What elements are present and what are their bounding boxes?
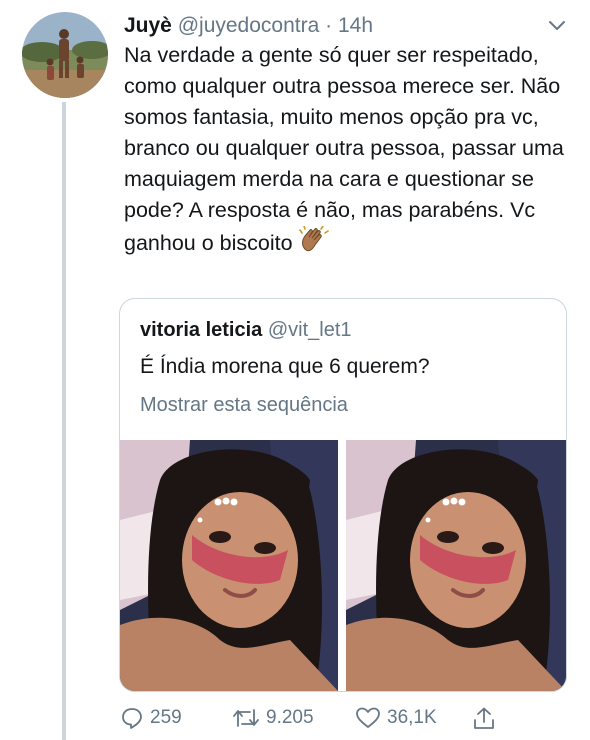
like-button[interactable]: 36,1K: [355, 706, 437, 730]
tweet-actions: 259 9.205 36,1K: [120, 706, 540, 736]
selfie-photo-icon: [120, 440, 338, 691]
quoted-photo-2[interactable]: [346, 440, 566, 691]
retweet-icon: [233, 709, 259, 727]
quoted-author-handle[interactable]: @vit_let1: [268, 319, 352, 341]
like-count: 36,1K: [387, 707, 437, 728]
reply-count: 259: [150, 707, 182, 728]
reply-icon: [122, 708, 142, 729]
separator-dot: ·: [325, 14, 333, 37]
quoted-tweet-card[interactable]: vitoria leticia @vit_let1 É Índia morena…: [119, 298, 567, 692]
selfie-photo-icon: [346, 440, 566, 691]
tweet-header: Juyè @juyedocontra · 14h: [124, 14, 373, 38]
quoted-header: vitoria leticia @vit_let1: [140, 319, 352, 342]
reply-button[interactable]: 259: [120, 706, 182, 730]
author-handle[interactable]: @juyedocontra: [178, 14, 320, 37]
quoted-text: É Índia morena que 6 querem?: [140, 355, 430, 378]
share-button[interactable]: [472, 706, 496, 732]
quoted-photo-1[interactable]: [120, 440, 338, 691]
quoted-author-name[interactable]: vitoria leticia: [140, 319, 262, 341]
clapping-hands-icon: [298, 225, 329, 263]
avatar-photo: [22, 12, 108, 98]
tweet-body: Na verdade a gente só quer ser respeitad…: [124, 43, 564, 255]
retweet-button[interactable]: 9.205: [232, 706, 314, 730]
thread-line: [62, 102, 66, 740]
chevron-down-icon[interactable]: [546, 14, 568, 41]
avatar[interactable]: [22, 12, 108, 98]
author-name[interactable]: Juyè: [124, 14, 172, 37]
retweet-count: 9.205: [266, 707, 314, 728]
tweet-time[interactable]: 14h: [338, 14, 373, 37]
show-thread-link[interactable]: Mostrar esta sequência: [140, 394, 348, 417]
heart-icon: [356, 707, 380, 728]
share-icon: [474, 707, 494, 729]
tweet-text: Na verdade a gente só quer ser respeitad…: [124, 40, 574, 263]
